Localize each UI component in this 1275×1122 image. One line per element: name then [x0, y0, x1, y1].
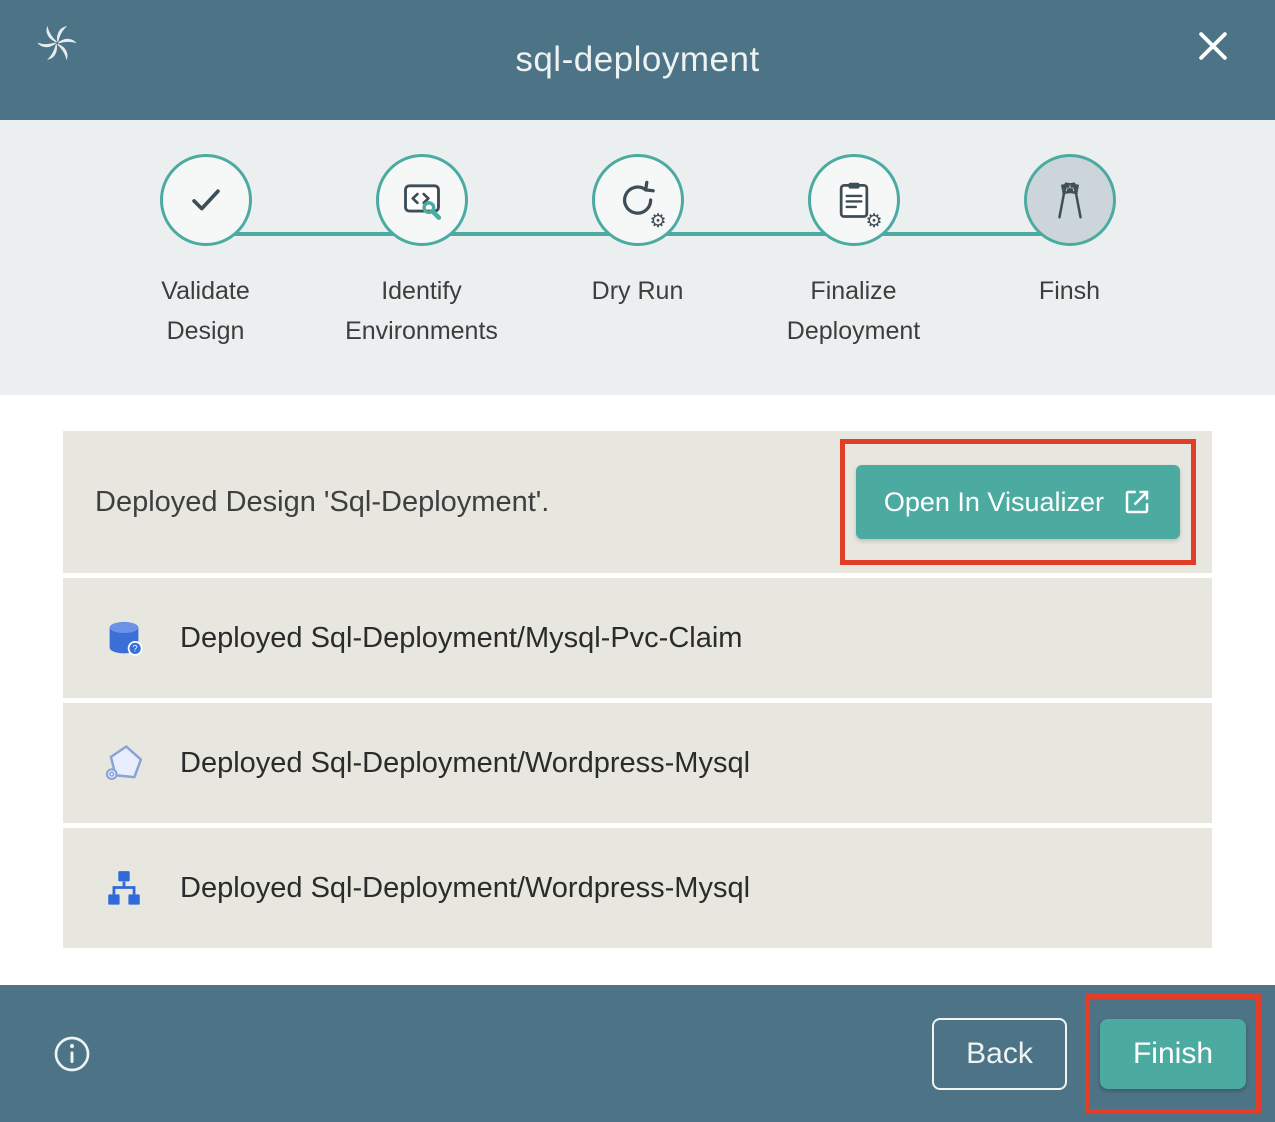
deployed-design-text: Deployed Design 'Sql-Deployment'. — [95, 486, 549, 519]
annotation-box-visualizer: Open In Visualizer — [840, 439, 1196, 565]
finish-flags-icon[interactable] — [1024, 154, 1116, 246]
step-label: Finalize Deployment — [787, 272, 920, 351]
deployment-results: Deployed Design 'Sql-Deployment'. Open I… — [0, 395, 1275, 948]
deployed-item-row: ? Deployed Sql-Deployment/Mysql-Pvc-Clai… — [63, 578, 1212, 698]
modal-header: sql-deployment — [0, 0, 1275, 120]
code-environment-icon[interactable] — [376, 154, 468, 246]
gear-icon: ⚙ — [865, 212, 882, 231]
step-validate-design: Validate Design — [98, 154, 314, 351]
deployment-wizard-modal: sql-deployment Validate Design — [0, 0, 1275, 1122]
check-icon[interactable] — [160, 154, 252, 246]
deployed-item-row: Deployed Sql-Deployment/Wordpress-Mysql — [63, 703, 1212, 823]
annotation-box-finish: Finish — [1085, 994, 1261, 1114]
step-label: Finsh — [1039, 272, 1100, 312]
deployed-design-row: Deployed Design 'Sql-Deployment'. Open I… — [63, 431, 1212, 573]
step-finalize-deployment: ⚙ Finalize Deployment — [746, 154, 962, 351]
finalize-clipboard-icon[interactable]: ⚙ — [808, 154, 900, 246]
step-label: Validate Design — [161, 272, 250, 351]
modal-title: sql-deployment — [0, 40, 1275, 80]
open-in-visualizer-button[interactable]: Open In Visualizer — [856, 465, 1180, 539]
dry-run-icon[interactable]: ⚙ — [592, 154, 684, 246]
deployed-item-row: Deployed Sql-Deployment/Wordpress-Mysql — [63, 828, 1212, 948]
open-in-new-icon — [1122, 487, 1152, 517]
finish-button[interactable]: Finish — [1100, 1019, 1246, 1089]
gear-icon: ⚙ — [649, 212, 666, 231]
info-icon[interactable] — [50, 1032, 94, 1076]
step-label: Dry Run — [592, 272, 684, 312]
step-dry-run: ⚙ Dry Run — [530, 154, 746, 351]
hierarchy-icon — [100, 864, 148, 912]
step-finish: Finsh — [962, 154, 1178, 351]
deployment-stepper: Validate Design Identify Environ — [0, 120, 1275, 395]
step-label: Identify Environments — [345, 272, 498, 351]
database-icon: ? — [100, 614, 148, 662]
close-icon[interactable] — [1191, 24, 1235, 68]
deployed-item-text: Deployed Sql-Deployment/Wordpress-Mysql — [180, 872, 750, 905]
svg-text:?: ? — [133, 644, 138, 654]
pentagon-icon — [100, 739, 148, 787]
step-identify-environments: Identify Environments — [314, 154, 530, 351]
deployed-item-text: Deployed Sql-Deployment/Wordpress-Mysql — [180, 747, 750, 780]
modal-footer: Back Finish — [0, 985, 1275, 1122]
back-button[interactable]: Back — [932, 1018, 1067, 1090]
deployed-item-text: Deployed Sql-Deployment/Mysql-Pvc-Claim — [180, 622, 742, 655]
